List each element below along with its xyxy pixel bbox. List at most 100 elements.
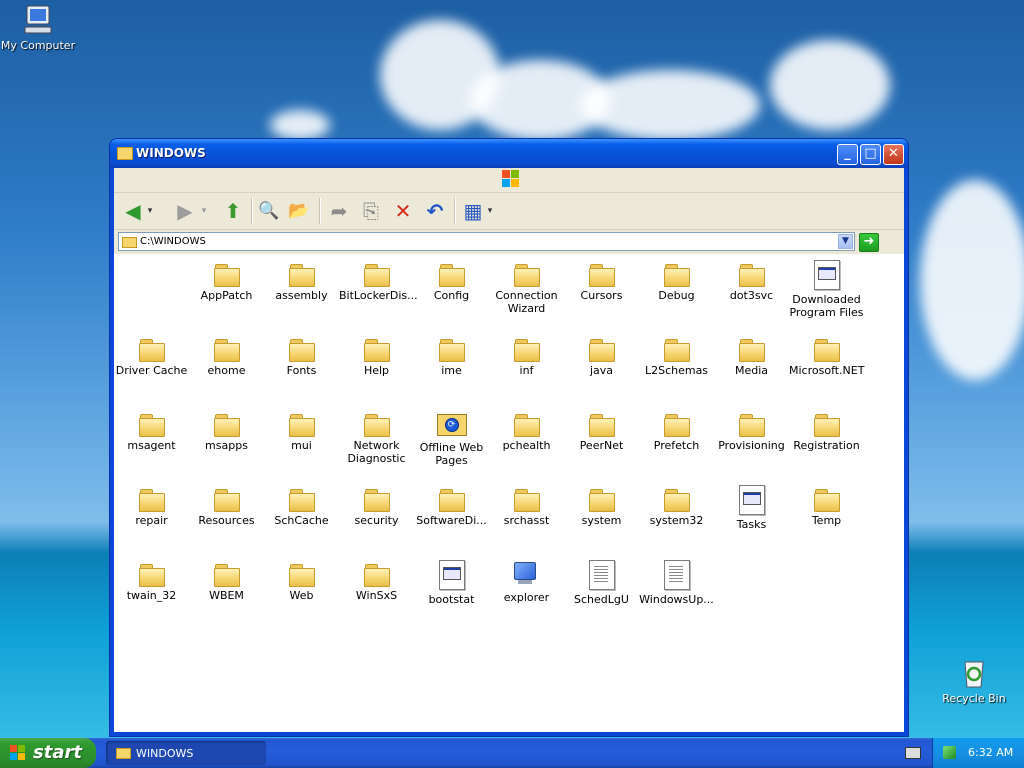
file-item[interactable]: Tasks [714, 485, 789, 531]
file-item[interactable]: Driver Cache [114, 335, 189, 377]
window-client: ◀ ▾ ▶ ▾ ⬆ 🔍 📂 ➦ ⎘ ✕ ↶ ▦ ▾ C:\WINDOWS ▼ ➜ [114, 168, 904, 732]
file-item[interactable]: Fonts [264, 335, 339, 377]
copy-to-button[interactable]: ⎘ [358, 198, 384, 224]
forward-button[interactable]: ▶ [172, 198, 198, 224]
windows-logo-icon [502, 170, 520, 188]
file-item[interactable]: assembly [264, 260, 339, 302]
wallpaper-cloud [770, 40, 890, 130]
file-label: Help [363, 364, 390, 377]
folder-icon [513, 489, 540, 512]
folder-icon [363, 264, 390, 287]
folder-icon [438, 489, 465, 512]
file-item[interactable]: Connection Wizard [489, 260, 564, 315]
folder-icon [363, 414, 390, 437]
file-item[interactable]: srchasst [489, 485, 564, 527]
up-folder-button[interactable]: ⬆ [220, 198, 246, 224]
close-button[interactable]: ✕ [883, 144, 904, 165]
minimize-button[interactable]: _ [837, 144, 858, 165]
folder-icon [213, 489, 240, 512]
keyboard-icon[interactable] [905, 747, 921, 759]
file-item[interactable]: system [564, 485, 639, 527]
file-item[interactable]: repair [114, 485, 189, 527]
start-button[interactable]: start [0, 738, 96, 768]
file-item[interactable]: twain_32 [114, 560, 189, 602]
maximize-button[interactable]: □ [860, 144, 881, 165]
file-item[interactable]: explorer [489, 560, 564, 604]
back-button[interactable]: ◀ [120, 198, 146, 224]
file-item[interactable]: Debug [639, 260, 714, 302]
file-item[interactable]: security [339, 485, 414, 527]
file-label: Web [289, 589, 314, 602]
folders-button[interactable]: 📂 [286, 198, 312, 224]
taskbar-window-button[interactable]: WINDOWS [106, 741, 266, 765]
file-item[interactable]: ime [414, 335, 489, 377]
window-title: WINDOWS [136, 146, 206, 160]
file-item[interactable]: system32 [639, 485, 714, 527]
file-label: Network Diagnostic [347, 439, 406, 465]
folder-icon [738, 264, 765, 287]
file-item[interactable]: pchealth [489, 410, 564, 452]
file-item[interactable]: Resources [189, 485, 264, 527]
folder-icon [663, 339, 690, 362]
file-item[interactable]: msapps [189, 410, 264, 452]
file-item[interactable]: Web [264, 560, 339, 602]
file-item[interactable]: SchedLgU [564, 560, 639, 606]
file-item[interactable]: java [564, 335, 639, 377]
file-item[interactable]: Config [414, 260, 489, 302]
wallpaper-cloud [270, 110, 330, 140]
desktop-icon-my-computer[interactable]: My Computer [0, 3, 83, 52]
file-item[interactable]: Provisioning [714, 410, 789, 452]
file-item[interactable]: msagent [114, 410, 189, 452]
menu-bar [114, 168, 904, 193]
file-item[interactable]: PeerNet [564, 410, 639, 452]
file-item[interactable]: WinSxS [339, 560, 414, 602]
file-label: L2Schemas [644, 364, 709, 377]
file-item[interactable]: dot3svc [714, 260, 789, 302]
search-button[interactable]: 🔍 [256, 198, 282, 224]
undo-button[interactable]: ↶ [422, 198, 448, 224]
system-tray: 6:32 AM [932, 738, 1024, 768]
file-item[interactable]: WindowsUp... [639, 560, 714, 606]
file-label: WindowsUp... [639, 593, 714, 606]
address-bar: C:\WINDOWS ▼ ➜ [114, 230, 904, 255]
file-item[interactable]: Network Diagnostic [339, 410, 414, 465]
file-item[interactable]: ehome [189, 335, 264, 377]
file-item[interactable]: Prefetch [639, 410, 714, 452]
file-item[interactable]: Temp [789, 485, 864, 527]
file-item[interactable]: Downloaded Program Files [789, 260, 864, 319]
file-item[interactable]: Registration [789, 410, 864, 452]
file-item[interactable]: Cursors [564, 260, 639, 302]
file-item[interactable]: bootstat [414, 560, 489, 606]
file-item[interactable]: inf [489, 335, 564, 377]
file-item[interactable]: Media [714, 335, 789, 377]
file-item[interactable]: AppPatch [189, 260, 264, 302]
file-label: msapps [205, 439, 248, 452]
file-item[interactable]: Microsoft.NET [789, 335, 864, 377]
file-item[interactable]: ⟳ Offline Web Pages [414, 410, 489, 467]
file-item[interactable]: WBEM [189, 560, 264, 602]
views-dropdown-icon[interactable]: ▾ [484, 198, 496, 224]
clock[interactable]: 6:32 AM [968, 746, 1013, 759]
file-item[interactable]: mui [264, 410, 339, 452]
file-item[interactable]: SoftwareDi... [414, 485, 489, 527]
title-bar[interactable]: WINDOWS _ □ ✕ [110, 139, 908, 168]
address-dropdown-button[interactable]: ▼ [838, 234, 853, 249]
network-icon[interactable] [943, 746, 956, 759]
file-item[interactable]: BitLockerDis... [339, 260, 418, 302]
back-dropdown-icon[interactable]: ▾ [144, 198, 156, 224]
move-to-button[interactable]: ➦ [326, 198, 352, 224]
address-input[interactable]: C:\WINDOWS ▼ [118, 232, 855, 251]
file-item[interactable]: Help [339, 335, 414, 377]
toolbar-separator [319, 198, 321, 224]
file-item[interactable]: SchCache [264, 485, 339, 527]
delete-button[interactable]: ✕ [390, 198, 416, 224]
file-label: mui [291, 439, 312, 452]
desktop-icon-recycle-bin[interactable]: Recycle Bin [929, 656, 1019, 705]
folder-icon [738, 339, 765, 362]
file-label: Prefetch [653, 439, 700, 452]
file-item[interactable]: L2Schemas [639, 335, 714, 377]
views-button[interactable]: ▦ [460, 198, 486, 224]
go-button[interactable]: ➜ [859, 233, 879, 252]
folder-icon [513, 414, 540, 437]
forward-dropdown-icon[interactable]: ▾ [198, 198, 210, 224]
